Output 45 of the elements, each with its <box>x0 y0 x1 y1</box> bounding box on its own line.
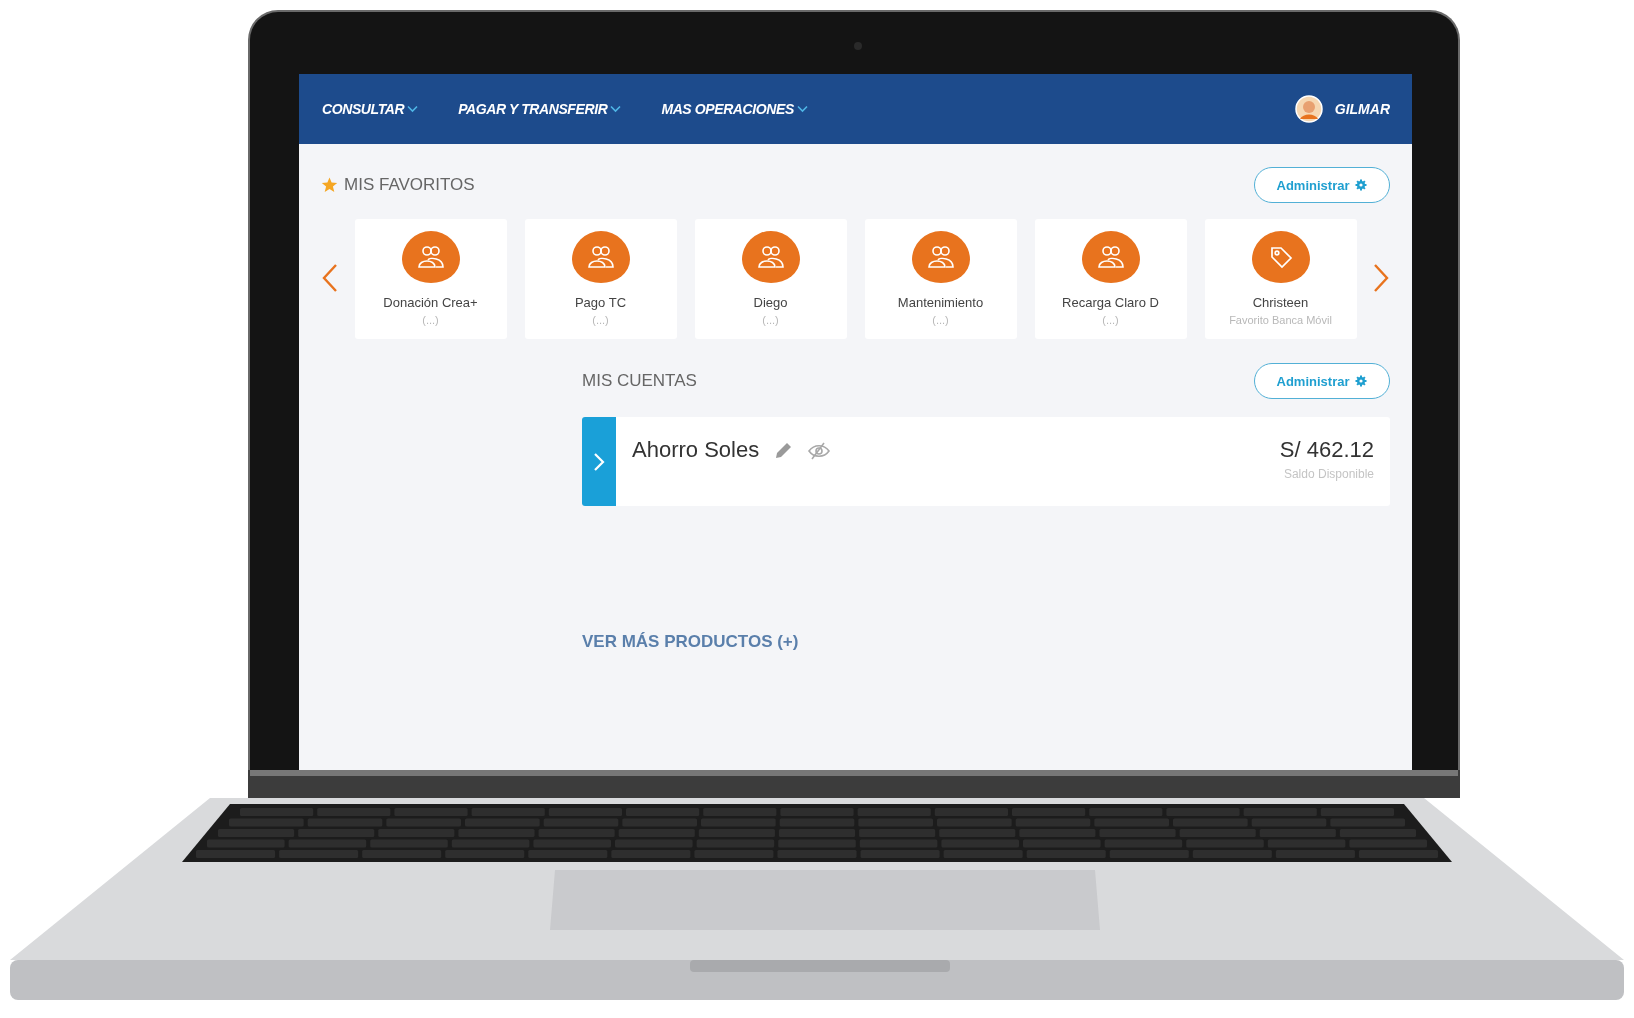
more-products-link[interactable]: VER MÁS PRODUCTOS (+) <box>582 632 799 652</box>
favorite-card[interactable]: Diego (...) <box>694 219 847 339</box>
favorite-subtitle: (...) <box>932 314 949 326</box>
hide-icon[interactable] <box>807 441 832 461</box>
favorite-title: Donación Crea+ <box>383 295 478 310</box>
favorite-card[interactable]: Pago TC (...) <box>524 219 677 339</box>
favorite-title: Diego <box>753 295 788 310</box>
chevron-right-icon <box>1372 262 1390 293</box>
account-name: Ahorro Soles <box>632 437 760 463</box>
avatar-icon[interactable] <box>1294 95 1323 123</box>
edit-icon[interactable] <box>773 441 794 461</box>
favorite-title: Mantenimiento <box>897 295 984 310</box>
favorite-title: Christeen <box>1252 295 1309 310</box>
chevron-down-icon <box>796 105 808 113</box>
nav-menu-item[interactable]: CONSULTAR <box>322 101 419 117</box>
favorite-title: Pago TC <box>574 295 627 310</box>
settings-icon <box>1355 179 1368 191</box>
balance-label: Saldo Disponible <box>1283 467 1374 481</box>
star-icon <box>321 177 338 193</box>
nav-menu-item[interactable]: MAS OPERACIONES <box>661 101 808 117</box>
people-icon <box>585 244 616 270</box>
favorite-subtitle: Favorito Banca Móvil <box>1229 314 1332 326</box>
people-icon <box>925 244 956 270</box>
nav-menu-item[interactable]: PAGAR Y TRANSFERIR <box>458 101 622 117</box>
chevron-down-icon <box>407 105 419 113</box>
chevron-left-icon <box>321 262 339 293</box>
settings-icon <box>1355 375 1368 387</box>
section-title: MIS FAVORITOS <box>344 175 475 195</box>
section-title: MIS CUENTAS <box>582 371 697 391</box>
favorite-subtitle: (...) <box>592 314 609 326</box>
favorite-subtitle: (...) <box>422 314 439 326</box>
chevron-right-icon <box>592 450 606 473</box>
people-icon <box>755 244 786 270</box>
favorite-subtitle: (...) <box>1102 314 1119 326</box>
favorite-card[interactable]: Christeen Favorito Banca Móvil <box>1204 219 1357 339</box>
favorite-subtitle: (...) <box>762 314 779 326</box>
people-icon <box>1095 244 1126 270</box>
account-balance: S/ 462.12 <box>1279 437 1374 463</box>
favorite-card[interactable]: Mantenimiento (...) <box>864 219 1017 339</box>
favorite-card[interactable]: Donación Crea+ (...) <box>354 219 507 339</box>
user-name[interactable]: GILMAR <box>1334 101 1390 117</box>
favorite-title: Recarga Claro D <box>1062 295 1159 310</box>
favorite-card[interactable]: Recarga Claro D (...) <box>1034 219 1187 339</box>
people-icon <box>415 244 446 270</box>
chevron-down-icon <box>610 105 622 113</box>
